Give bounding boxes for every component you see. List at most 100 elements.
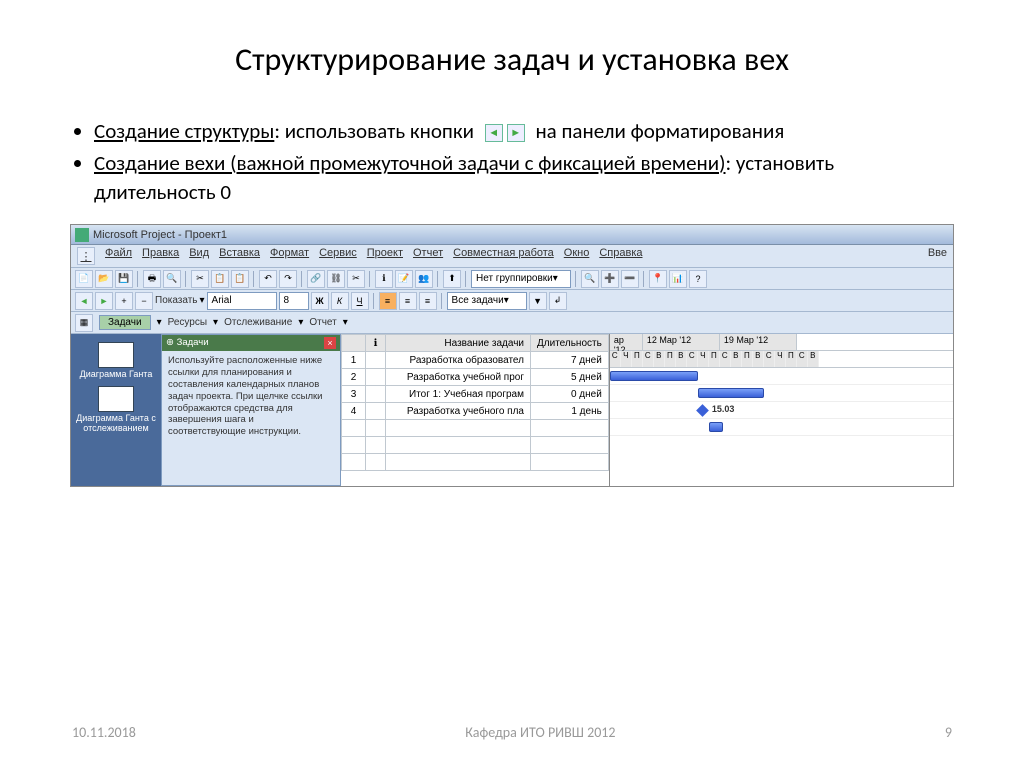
bullet-list: Создание структуры: использовать кнопки … [70, 117, 954, 206]
table-row [342, 420, 609, 437]
publish-icon[interactable]: ⬆ [443, 270, 461, 288]
show-label[interactable]: Показать [155, 295, 198, 306]
outdent-button[interactable]: ◄ [75, 292, 93, 310]
save-icon[interactable]: 💾 [115, 270, 133, 288]
col-task-name: Название задачи [386, 335, 531, 352]
menu-file[interactable]: Файл [105, 247, 132, 265]
gantt-week-3: 19 Мар '12 [720, 334, 797, 350]
assign-icon[interactable]: 👥 [415, 270, 433, 288]
bullet-1: Создание структуры: использовать кнопки … [94, 117, 954, 145]
menu-format[interactable]: Формат [270, 247, 309, 265]
gantt-week-2: 12 Мар '12 [643, 334, 720, 350]
app-icon [75, 228, 89, 242]
bold-button[interactable]: Ж [311, 292, 329, 310]
gantt-bar-1[interactable] [610, 371, 698, 381]
bullet-1-text-a: : использовать кнопки [274, 118, 474, 144]
plus-icon[interactable]: + [115, 292, 133, 310]
table-row: 3Итог 1: Учебная програм0 дней [342, 386, 609, 403]
underline-button[interactable]: Ч [351, 292, 369, 310]
gantt-view-icon[interactable] [98, 342, 134, 368]
guide-toggle-icon[interactable]: ▦ [75, 314, 93, 332]
cut-icon[interactable]: ✂ [191, 270, 209, 288]
guide-bar: ▦ Задачи▾ Ресурсы▾ Отслеживание▾ Отчет▾ [71, 312, 953, 334]
guide-report-button[interactable]: Отчет [309, 317, 336, 328]
titlebar: Microsoft Project - Проект1 [71, 225, 953, 245]
open-icon[interactable]: 📂 [95, 270, 113, 288]
gantt-days-row: СЧПСВПВСЧПСВПВСЧПСВ [610, 351, 953, 368]
footer-center: Кафедра ИТО РИВШ 2012 [465, 724, 615, 741]
link-icon[interactable]: 🔗 [307, 270, 325, 288]
format-toolbar: ◄ ► + − Показать▾ Arial 8 Ж К Ч ≡ ≡ ≡ Вс… [71, 290, 953, 312]
menu-collab[interactable]: Совместная работа [453, 247, 554, 265]
align-center-icon[interactable]: ≡ [399, 292, 417, 310]
bullet-1-underline: Создание структуры [94, 118, 274, 144]
grid-area: ℹ Название задачи Длительность 1Разработ… [341, 334, 953, 486]
help-icon[interactable]: ? [689, 270, 707, 288]
split-icon[interactable]: ✂ [347, 270, 365, 288]
new-icon[interactable]: 📄 [75, 270, 93, 288]
table-row: 2Разработка учебной прог5 дней [342, 369, 609, 386]
excel-icon[interactable]: 📊 [669, 270, 687, 288]
wrap-icon[interactable]: ↲ [549, 292, 567, 310]
guide-tracking-button[interactable]: Отслеживание [224, 317, 292, 328]
help-title: Задачи [177, 337, 209, 348]
indent-button[interactable]: ► [95, 292, 113, 310]
gantt-chart[interactable]: ар '12 12 Мар '12 19 Мар '12 СЧПСВПВСЧПС… [610, 334, 953, 486]
table-row [342, 454, 609, 471]
paste-icon[interactable]: 📋 [231, 270, 249, 288]
font-dropdown[interactable]: Arial [207, 292, 277, 310]
undo-icon[interactable]: ↶ [259, 270, 277, 288]
zoomout-icon[interactable]: ➖ [621, 270, 639, 288]
gantt-milestone[interactable] [696, 404, 709, 417]
copy-icon[interactable]: 📋 [211, 270, 229, 288]
align-left-icon[interactable]: ≡ [379, 292, 397, 310]
guide-resources-button[interactable]: Ресурсы [168, 317, 207, 328]
bullet-2: Создание вехи (важной промежуточной зада… [94, 149, 954, 206]
menu-window[interactable]: Окно [564, 247, 590, 265]
zoom-icon[interactable]: 🔍 [581, 270, 599, 288]
unlink-icon[interactable]: ⛓ [327, 270, 345, 288]
menu-insert[interactable]: Вставка [219, 247, 260, 265]
menu-help[interactable]: Справка [599, 247, 642, 265]
note-icon[interactable]: 📝 [395, 270, 413, 288]
zoomin-icon[interactable]: ➕ [601, 270, 619, 288]
entry-field-label: Вве [928, 247, 947, 265]
goto-icon[interactable]: 📍 [649, 270, 667, 288]
view-bar: Диаграмма Ганта Диаграмма Ганта с отслеж… [71, 334, 161, 486]
menu-view[interactable]: Вид [189, 247, 209, 265]
align-right-icon[interactable]: ≡ [419, 292, 437, 310]
col-duration: Длительность [531, 335, 609, 352]
menu-project[interactable]: Проект [367, 247, 403, 265]
outdent-icon: ◄ [485, 124, 503, 142]
gantt-bar-4[interactable] [709, 422, 723, 432]
help-pane: ⊕ Задачи × Используйте расположенные ниж… [161, 334, 341, 486]
col-info: ℹ [366, 335, 386, 352]
print-icon[interactable]: 🖶 [143, 270, 161, 288]
menu-edit[interactable]: Правка [142, 247, 179, 265]
standard-toolbar: 📄 📂 💾 🖶 🔍 ✂ 📋 📋 ↶ ↷ 🔗 ⛓ ✂ ℹ 📝 👥 ⬆ Нет г [71, 268, 953, 290]
col-rownum [342, 335, 366, 352]
help-header: ⊕ Задачи × [162, 335, 340, 351]
menu-tools[interactable]: Сервис [319, 247, 357, 265]
italic-button[interactable]: К [331, 292, 349, 310]
close-icon[interactable]: × [324, 337, 336, 349]
menu-report[interactable]: Отчет [413, 247, 443, 265]
footer-page: 9 [945, 724, 952, 741]
minus-icon[interactable]: − [135, 292, 153, 310]
size-dropdown[interactable]: 8 [279, 292, 309, 310]
msproject-window: Microsoft Project - Проект1 ⋮ Файл Правк… [70, 224, 954, 487]
guide-tasks-button[interactable]: Задачи [99, 315, 151, 330]
group-dropdown[interactable]: Нет группировки ▾ [471, 270, 571, 288]
preview-icon[interactable]: 🔍 [163, 270, 181, 288]
task-grid[interactable]: ℹ Название задачи Длительность 1Разработ… [341, 334, 609, 471]
table-row: 4Разработка учебного пла1 день [342, 403, 609, 420]
table-row [342, 437, 609, 454]
redo-icon[interactable]: ↷ [279, 270, 297, 288]
tracking-gantt-view-icon[interactable] [98, 386, 134, 412]
gantt-view-label: Диаграмма Ганта [75, 370, 157, 380]
gantt-bar-2[interactable] [698, 388, 764, 398]
filter-dropdown[interactable]: Все задачи ▾ [447, 292, 527, 310]
autofilter-icon[interactable]: ▼ [529, 292, 547, 310]
info-icon[interactable]: ℹ [375, 270, 393, 288]
footer-date: 10.11.2018 [72, 724, 136, 741]
